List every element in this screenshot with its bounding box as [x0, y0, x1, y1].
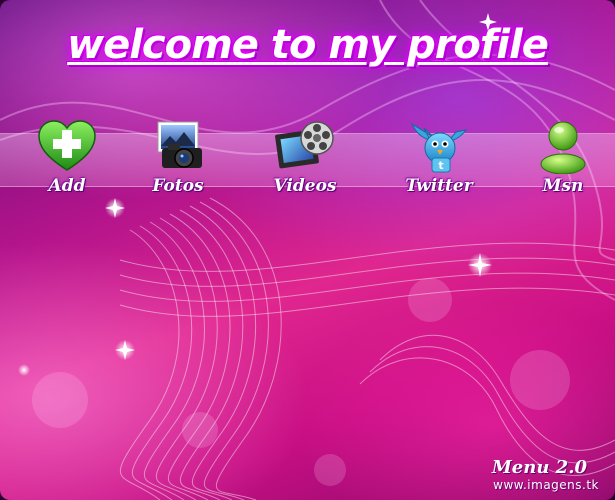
menu-label-add: Add	[48, 176, 86, 196]
version-label: Menu 2.0	[491, 457, 587, 478]
camera-photo-icon	[157, 121, 202, 168]
watermark-text: www.imagens.tk	[493, 478, 599, 492]
wave-lines	[119, 197, 615, 500]
svg-text:t: t	[438, 159, 443, 172]
twitter-bird-icon: t	[410, 122, 468, 173]
menu-item-add[interactable]: Add	[22, 118, 112, 196]
menu-item-videos[interactable]: Videos	[260, 118, 350, 196]
menu-label-msn: Msn	[542, 176, 584, 196]
menu-item-twitter[interactable]: t Twitter	[394, 118, 484, 196]
add-plus-heart-icon	[38, 120, 96, 171]
page-title: welcome to my profile	[67, 22, 549, 68]
menu-item-msn[interactable]: Msn	[518, 118, 608, 196]
menu-label-fotos: Fotos	[152, 176, 204, 196]
background-decoration	[0, 0, 615, 500]
menu-item-fotos[interactable]: Fotos	[133, 118, 223, 196]
menu-label-twitter: Twitter	[405, 176, 473, 196]
menu-label-videos: Videos	[273, 176, 337, 196]
film-reel-icon	[275, 121, 334, 169]
star-icon	[479, 13, 497, 31]
msn-messenger-icon	[540, 121, 586, 174]
profile-stage: welcome to my profile Add Fotos Videos t…	[0, 0, 615, 500]
